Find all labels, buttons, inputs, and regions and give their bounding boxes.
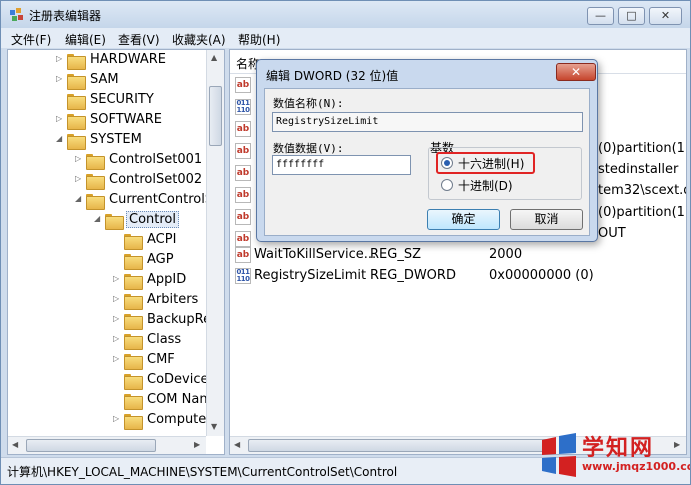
hex-radio-label[interactable]: 十六进制(H) (458, 155, 524, 172)
current-key-path: 计算机\HKEY_LOCAL_MACHINE\SYSTEM\CurrentCon… (7, 465, 398, 479)
value-row-waittokillservice[interactable]: ab WaitToKillService... REG_SZ 2000 (230, 244, 686, 266)
value-name-label: 数值名称(N): (273, 97, 344, 110)
regedit-app-icon (10, 8, 23, 21)
tree-vertical-scrollbar[interactable]: ▲ ▼ (206, 50, 224, 436)
folder-icon (124, 234, 143, 250)
tree-scroll-thumb[interactable] (209, 86, 222, 146)
decimal-radio-label[interactable]: 十进制(D) (458, 177, 513, 194)
expand-arrow-icon[interactable]: ▷ (75, 154, 84, 163)
expand-arrow-icon[interactable]: ▷ (56, 114, 65, 123)
menu-favorites[interactable]: 收藏夹(A) (172, 31, 226, 48)
scroll-left-arrow-icon[interactable]: ◀ (12, 440, 18, 449)
title-bar: 注册表编辑器 — □ ✕ (1, 1, 690, 28)
folder-icon (67, 114, 86, 130)
folder-icon (124, 394, 143, 410)
value-type: REG_SZ (370, 247, 421, 262)
folder-icon (124, 314, 143, 330)
watermark-brand: 学知网 (582, 436, 655, 461)
folder-icon (124, 334, 143, 350)
value-data-input[interactable]: ffffffff (272, 155, 411, 175)
folder-icon (105, 214, 124, 230)
minimize-button[interactable]: — (587, 7, 614, 25)
collapse-arrow-icon[interactable]: ◢ (56, 134, 65, 143)
cancel-button[interactable]: 取消 (510, 209, 583, 230)
string-value-icon: ab (235, 187, 251, 203)
value-data: 2000 (489, 247, 523, 262)
scroll-right-arrow-icon[interactable]: ▶ (194, 440, 200, 449)
dialog-title-bar[interactable]: 编辑 DWORD (32 位)值 ✕ (257, 60, 597, 88)
values-hscroll-thumb[interactable] (248, 439, 548, 452)
maximize-button[interactable]: □ (618, 7, 645, 25)
menu-help[interactable]: 帮助(H) (238, 31, 280, 48)
expand-arrow-icon[interactable]: ▷ (113, 334, 122, 343)
watermark-logo: 学知网 www.jmqz1000.com (538, 428, 690, 484)
scroll-down-arrow-icon[interactable]: ▼ (211, 422, 217, 431)
menu-bar: 文件(F) 编辑(E) 查看(V) 收藏夹(A) 帮助(H) (1, 28, 690, 48)
tree-horizontal-scrollbar[interactable]: ◀ ▶ (8, 436, 206, 454)
decimal-radio-button[interactable] (441, 179, 453, 191)
folder-icon (124, 414, 143, 430)
dword-value-icon: 011 110 (235, 268, 251, 284)
expand-arrow-icon[interactable]: ▷ (113, 294, 122, 303)
windows-flag-icon (542, 433, 576, 477)
value-type: REG_DWORD (370, 268, 456, 283)
string-value-icon: ab (235, 121, 251, 137)
folder-icon (67, 94, 86, 110)
registry-editor-window: 注册表编辑器 — □ ✕ 文件(F) 编辑(E) 查看(V) 收藏夹(A) 帮助… (0, 0, 691, 485)
ok-button[interactable]: 确定 (427, 209, 500, 230)
expand-arrow-icon[interactable]: ▷ (113, 314, 122, 323)
collapse-arrow-icon[interactable]: ◢ (94, 214, 103, 223)
folder-icon (124, 354, 143, 370)
expand-arrow-icon[interactable]: ▷ (56, 74, 65, 83)
collapse-arrow-icon[interactable]: ◢ (75, 194, 84, 203)
scroll-left-arrow-icon[interactable]: ◀ (234, 440, 240, 449)
expand-arrow-icon[interactable]: ▷ (113, 414, 122, 423)
folder-icon (86, 174, 105, 190)
value-data-cell: stedinstaller (598, 162, 679, 177)
value-data-label: 数值数据(V): (273, 142, 344, 155)
menu-view[interactable]: 查看(V) (118, 31, 160, 48)
tree-hscroll-thumb[interactable] (26, 439, 156, 452)
value-data: 0x00000000 (0) (489, 268, 594, 283)
window-title: 注册表编辑器 (29, 9, 102, 23)
value-name-field[interactable]: RegistrySizeLimit (272, 112, 583, 132)
dialog-title: 编辑 DWORD (32 位)值 (266, 69, 399, 83)
value-data-cell: (0)partition(1) (598, 141, 687, 156)
menu-edit[interactable]: 编辑(E) (65, 31, 106, 48)
folder-icon (124, 254, 143, 270)
value-row-registrysizelimit[interactable]: 011 110 RegistrySizeLimit REG_DWORD 0x000… (230, 265, 686, 287)
folder-icon (86, 154, 105, 170)
scroll-up-arrow-icon[interactable]: ▲ (211, 53, 217, 62)
dword-value-icon: 011 110 (235, 99, 251, 115)
string-value-icon: ab (235, 77, 251, 93)
expand-arrow-icon[interactable]: ▷ (56, 54, 65, 63)
folder-icon (67, 54, 86, 70)
dialog-close-button[interactable]: ✕ (556, 63, 596, 81)
folder-icon (67, 74, 86, 90)
folder-icon (67, 134, 86, 150)
value-name: WaitToKillService... (254, 247, 377, 262)
registry-key-tree[interactable]: ▷ HARDWARE ▷ SAM SECURITY ▷ SOFTWARE ◢ SYSTE… (7, 49, 225, 455)
folder-icon (124, 274, 143, 290)
hex-radio-button[interactable] (441, 157, 453, 169)
dialog-body: 数值名称(N): RegistrySizeLimit 数值数据(V): ffff… (264, 88, 590, 236)
folder-icon (124, 374, 143, 390)
string-value-icon: ab (235, 209, 251, 225)
string-value-icon: ab (235, 247, 251, 263)
folder-icon (124, 294, 143, 310)
expand-arrow-icon[interactable]: ▷ (113, 274, 122, 283)
menu-file[interactable]: 文件(F) (11, 31, 51, 48)
value-name: RegistrySizeLimit (254, 268, 367, 283)
value-data-cell: (0)partition(1) (598, 205, 687, 220)
watermark-url: www.jmqz1000.com (582, 460, 690, 473)
expand-arrow-icon[interactable]: ▷ (113, 354, 122, 363)
value-data-cell: tem32\scext.dl (598, 183, 687, 198)
edit-dword-dialog: 编辑 DWORD (32 位)值 ✕ 数值名称(N): RegistrySize… (256, 59, 598, 242)
expand-arrow-icon[interactable]: ▷ (75, 174, 84, 183)
value-data-cell: OUT (598, 226, 626, 241)
string-value-icon: ab (235, 165, 251, 181)
close-button[interactable]: ✕ (649, 7, 682, 25)
folder-icon (86, 194, 105, 210)
string-value-icon: ab (235, 143, 251, 159)
